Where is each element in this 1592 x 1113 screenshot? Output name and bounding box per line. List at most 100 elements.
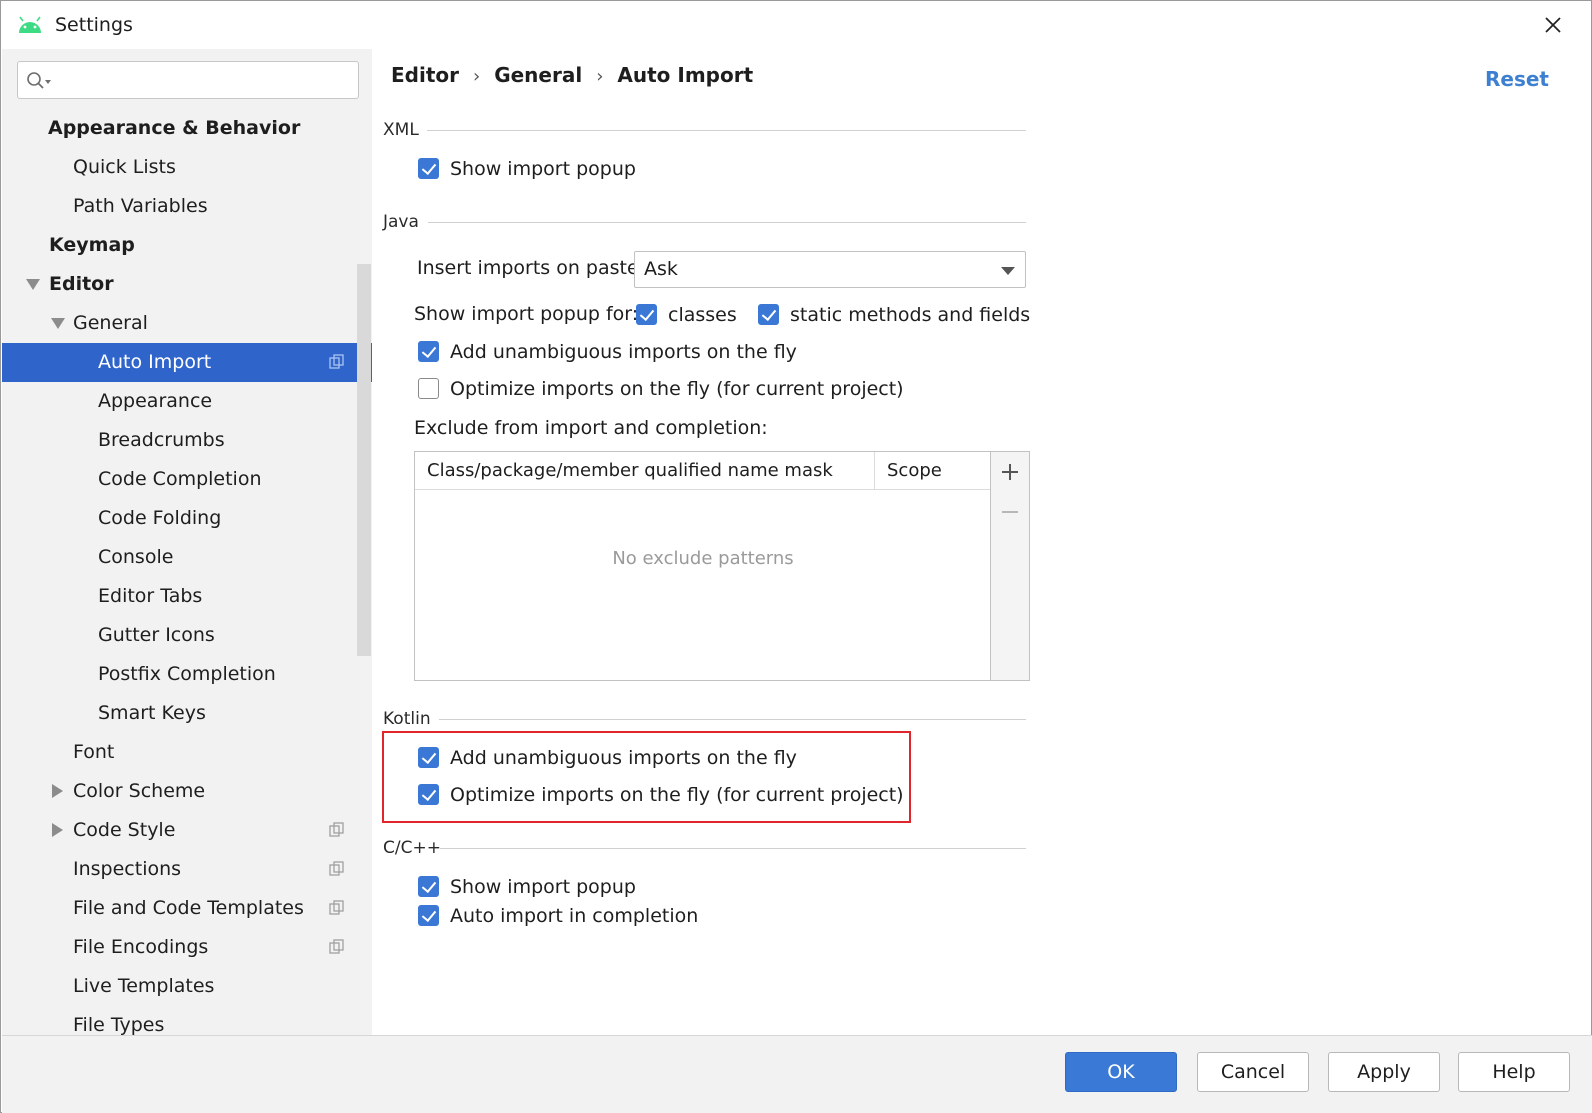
breadcrumb-separator: › [596,66,604,87]
collapsed-arrow-icon[interactable] [52,784,63,798]
settings-sidebar: Appearance & Behavior Quick Lists Path V… [2,49,372,1035]
cancel-button[interactable]: Cancel [1197,1052,1309,1092]
tree-item-label: General [73,312,148,334]
tree-item-inspections[interactable]: Inspections [2,850,372,889]
project-settings-icon [329,354,344,369]
tree-item-label: File Encodings [73,936,209,958]
settings-window: Settings Appearance & Behavior Quick Lis… [0,0,1592,1113]
breadcrumb-separator: › [473,66,481,87]
tree-item-label: Smart Keys [98,702,206,724]
tree-item-label: File and Code Templates [73,897,304,919]
tree-item-code-completion[interactable]: Code Completion [2,460,372,499]
tree-item-label: Appearance & Behavior [48,117,301,139]
tree-item-code-style[interactable]: Code Style [2,811,372,850]
tree-item-file-types[interactable]: File Types [2,1006,372,1035]
tree-item-gutter-icons[interactable]: Gutter Icons [2,616,372,655]
checkbox[interactable] [418,905,439,926]
checkbox[interactable] [418,876,439,897]
tree-item-file-encodings[interactable]: File Encodings [2,928,372,967]
tree-item-file-code-templates[interactable]: File and Code Templates [2,889,372,928]
tree-item-font[interactable]: Font [2,733,372,772]
tree-item-live-templates[interactable]: Live Templates [2,967,372,1006]
tree-item-auto-import[interactable]: Auto Import [2,343,372,382]
tree-item-label: Code Completion [98,468,262,490]
checkbox-label: Add unambiguous imports on the fly [450,747,797,769]
tree-item-label: Gutter Icons [98,624,215,646]
tree-item-appearance[interactable]: Appearance [2,382,372,421]
checkbox-label: Optimize imports on the fly (for current… [450,378,904,400]
tree-item-code-folding[interactable]: Code Folding [2,499,372,538]
collapsed-arrow-icon[interactable] [52,823,63,837]
project-settings-icon [329,939,344,954]
tree-item-general[interactable]: General [2,304,372,343]
search-field[interactable] [17,61,359,99]
close-icon[interactable] [1537,9,1569,41]
section-title-kotlin: Kotlin [383,709,431,729]
settings-content: Editor › General › Auto Import Reset XML Sho… [372,49,1591,1035]
checkbox[interactable] [418,378,439,399]
settings-tree: Appearance & Behavior Quick Lists Path V… [2,109,372,1035]
checkbox-label: Show import popup [450,158,636,180]
ok-button[interactable]: OK [1065,1052,1177,1092]
window-title: Settings [55,14,133,36]
tree-item-console[interactable]: Console [2,538,372,577]
checkbox-label: static methods and fields [790,304,1031,326]
checkbox[interactable] [418,341,439,362]
tree-item-appearance-behavior[interactable]: Appearance & Behavior [2,109,372,148]
exclude-label: Exclude from import and completion: [414,417,768,439]
tree-item-label: Font [73,741,115,763]
tree-item-label: File Types [73,1014,165,1035]
tree-item-label: Path Variables [73,195,208,217]
tree-item-quick-lists[interactable]: Quick Lists [2,148,372,187]
chevron-down-icon [1001,267,1015,275]
tree-item-breadcrumbs[interactable]: Breadcrumbs [2,421,372,460]
checkbox[interactable] [758,304,779,325]
section-title-xml: XML [383,120,419,140]
tree-item-editor-tabs[interactable]: Editor Tabs [2,577,372,616]
section-divider [427,130,1026,131]
tree-item-color-scheme[interactable]: Color Scheme [2,772,372,811]
insert-on-paste-select[interactable]: Ask [634,251,1026,288]
tree-item-keymap[interactable]: Keymap [2,226,372,265]
column-header-scope[interactable]: Scope [887,460,942,481]
tree-item-label: Quick Lists [73,156,176,178]
help-button[interactable]: Help [1458,1052,1570,1092]
breadcrumb-editor[interactable]: Editor [391,63,459,87]
tree-item-label: Code Folding [98,507,222,529]
tree-item-label: Inspections [73,858,182,880]
search-input[interactable] [54,67,350,93]
search-icon[interactable] [26,71,52,91]
add-icon[interactable] [1000,462,1020,482]
checkbox[interactable] [418,158,439,179]
tree-item-path-variables[interactable]: Path Variables [2,187,372,226]
tree-item-label: Auto Import [98,351,212,373]
expanded-arrow-icon[interactable] [51,318,65,329]
title-bar: Settings [1,1,1591,49]
breadcrumb-general[interactable]: General [494,63,582,87]
tree-item-smart-keys[interactable]: Smart Keys [2,694,372,733]
tree-item-label: Editor [49,273,114,295]
tree-item-label: Appearance [98,390,213,412]
expanded-arrow-icon[interactable] [26,279,40,290]
section-divider [428,222,1026,223]
checkbox[interactable] [418,784,439,805]
reset-link[interactable]: Reset [1485,67,1549,91]
android-icon [19,16,41,33]
breadcrumb: Editor › General › Auto Import [391,63,753,87]
column-header-mask[interactable]: Class/package/member qualified name mask [427,460,833,481]
project-settings-icon [329,861,344,876]
remove-icon[interactable] [1000,502,1020,522]
checkbox-label: Add unambiguous imports on the fly [450,341,797,363]
section-title-cpp: C/C++ [383,838,441,858]
sidebar-scrollbar[interactable] [357,264,371,656]
apply-button[interactable]: Apply [1328,1052,1440,1092]
column-divider [874,452,875,490]
tree-item-label: Keymap [49,234,135,256]
section-divider [439,719,1026,720]
tree-item-postfix-completion[interactable]: Postfix Completion [2,655,372,694]
section-title-java: Java [383,212,419,232]
checkbox-label: Auto import in completion [450,905,699,927]
tree-item-editor[interactable]: Editor [2,265,372,304]
checkbox[interactable] [418,747,439,768]
checkbox[interactable] [636,304,657,325]
